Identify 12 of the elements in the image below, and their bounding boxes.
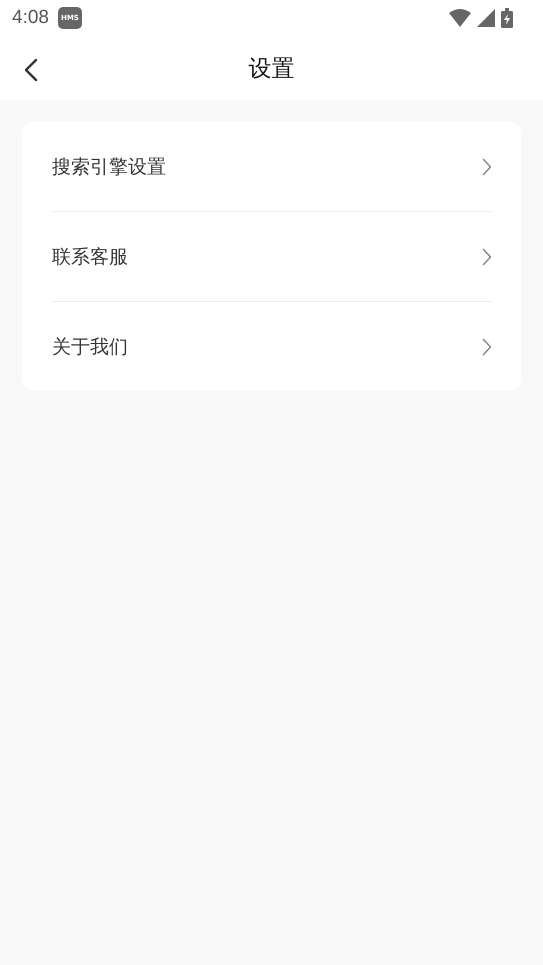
chevron-right-icon bbox=[482, 248, 492, 266]
chevron-right-icon bbox=[482, 158, 492, 176]
chevron-right-icon bbox=[482, 338, 492, 356]
settings-item[interactable]: 关于我们 bbox=[52, 302, 492, 391]
signal-icon bbox=[477, 9, 495, 27]
settings-item[interactable]: 搜索引擎设置 bbox=[52, 122, 492, 212]
wifi-icon bbox=[449, 9, 471, 27]
status-time: 4:08 bbox=[12, 7, 49, 29]
battery-icon bbox=[501, 8, 513, 28]
settings-item[interactable]: 联系客服 bbox=[52, 212, 492, 302]
back-chevron-icon bbox=[24, 58, 38, 82]
page-title: 设置 bbox=[248, 54, 294, 84]
